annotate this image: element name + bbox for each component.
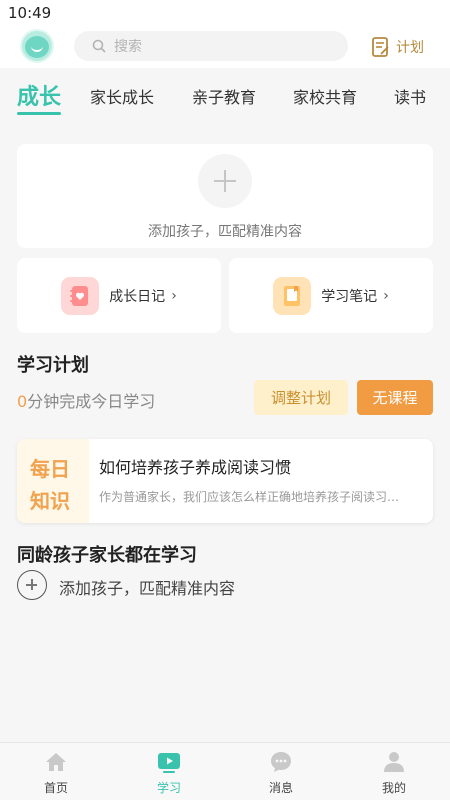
category-tabs: 成长 家长成长 亲子教育 家校共育 读书: [0, 68, 450, 118]
chevron-right-icon: ›: [383, 287, 389, 304]
daily-knowledge-card[interactable]: 每日 知识 如何培养孩子养成阅读习惯 作为普通家长，我们应该怎么样正确地培养孩子…: [17, 439, 433, 523]
growth-diary-label: 成长日记: [109, 288, 166, 305]
tab-home-school[interactable]: 家校共育: [293, 84, 357, 108]
add-icon[interactable]: [198, 154, 252, 208]
nav-profile-label: 我的: [381, 781, 406, 795]
nav-home[interactable]: 首页: [11, 743, 101, 800]
notebook-icon: [273, 276, 312, 315]
study-minutes: 0: [17, 392, 28, 411]
growth-diary-tile[interactable]: 成长日记 ›: [17, 258, 221, 333]
nav-home-label: 首页: [43, 781, 68, 795]
nav-study-label: 学习: [156, 781, 181, 795]
plan-icon: [372, 37, 389, 57]
tab-parent-growth[interactable]: 家长成长: [90, 84, 154, 108]
daily-knowledge-title: 如何培养孩子养成阅读习惯: [99, 458, 292, 477]
daily-knowledge-description: 作为普通家长，我们应该怎么样正确地培养孩子阅读习惯呢: [99, 490, 407, 504]
no-course-button[interactable]: 无课程: [357, 380, 433, 415]
adjust-plan-button[interactable]: 调整计划: [254, 380, 348, 415]
nav-profile[interactable]: 我的: [349, 743, 439, 800]
peers-section-title: 同龄孩子家长都在学习: [17, 545, 197, 566]
search-input[interactable]: 搜索: [74, 31, 348, 61]
nav-messages-label: 消息: [268, 781, 293, 795]
status-bar: 10:49: [0, 0, 450, 26]
study-notes-tile[interactable]: 学习笔记 ›: [229, 258, 433, 333]
chat-icon: [271, 752, 291, 772]
active-tab-indicator: [17, 112, 61, 115]
bottom-nav: 首页 学习 消息 我的: [0, 742, 450, 800]
badge-line-2: 知识: [30, 489, 70, 513]
add-child-icon[interactable]: [17, 570, 47, 600]
badge-line-1: 每日: [30, 457, 70, 481]
play-icon: [158, 753, 180, 773]
top-bar: 搜索 计划: [0, 26, 450, 68]
search-placeholder: 搜索: [114, 39, 142, 55]
nav-study[interactable]: 学习: [124, 743, 214, 800]
tab-parent-child-education[interactable]: 亲子教育: [192, 84, 256, 108]
daily-knowledge-badge: 每日 知识: [17, 439, 89, 523]
tab-reading[interactable]: 读书: [394, 84, 426, 108]
nav-messages[interactable]: 消息: [236, 743, 326, 800]
plan-label: 计划: [396, 40, 424, 56]
study-plan-title: 学习计划: [17, 355, 89, 376]
study-minutes-suffix: 分钟完成今日学习: [27, 392, 156, 411]
avatar[interactable]: [20, 29, 54, 63]
home-icon: [46, 753, 66, 771]
peer-add-child-text[interactable]: 添加孩子，匹配精准内容: [59, 575, 235, 599]
user-icon: [384, 752, 404, 772]
tab-growth[interactable]: 成长: [17, 79, 61, 111]
search-icon: [92, 39, 106, 53]
add-child-text: 添加孩子，匹配精准内容: [148, 224, 302, 240]
add-child-card[interactable]: 添加孩子，匹配精准内容: [17, 144, 433, 248]
diary-icon: [61, 276, 100, 315]
plan-button[interactable]: 计划: [372, 34, 424, 60]
chevron-right-icon: ›: [171, 287, 177, 304]
study-progress-text: 0分钟完成今日学习: [17, 388, 155, 412]
study-notes-label: 学习笔记: [321, 288, 378, 305]
status-time: 10:49: [8, 4, 52, 22]
